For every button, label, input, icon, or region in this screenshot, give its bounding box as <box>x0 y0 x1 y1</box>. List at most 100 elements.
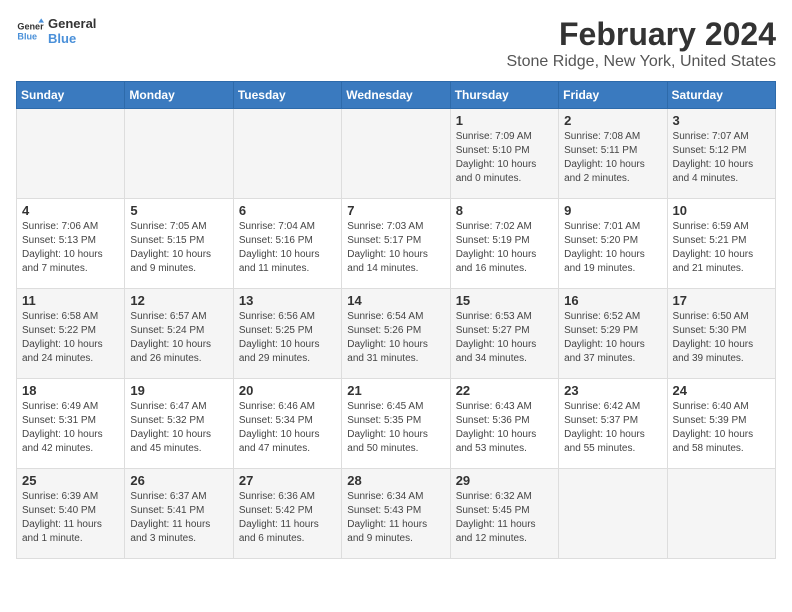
day-number: 8 <box>456 203 553 218</box>
calendar-cell: 13Sunrise: 6:56 AM Sunset: 5:25 PM Dayli… <box>233 289 341 379</box>
logo: General Blue General Blue <box>16 16 96 46</box>
page-header: General Blue General Blue February 2024 … <box>16 16 776 71</box>
day-number: 5 <box>130 203 227 218</box>
day-info: Sunrise: 6:50 AM Sunset: 5:30 PM Dayligh… <box>673 310 770 366</box>
day-info: Sunrise: 6:47 AM Sunset: 5:32 PM Dayligh… <box>130 400 227 456</box>
logo-general: General <box>48 16 96 31</box>
day-number: 14 <box>347 293 444 308</box>
day-number: 26 <box>130 473 227 488</box>
day-number: 22 <box>456 383 553 398</box>
weekday-header-row: SundayMondayTuesdayWednesdayThursdayFrid… <box>17 82 776 109</box>
calendar-cell: 8 Sunrise: 7:02 AM Sunset: 5:19 PM Daylig… <box>450 199 558 289</box>
day-number: 25 <box>22 473 119 488</box>
day-number: 20 <box>239 383 336 398</box>
weekday-header-thursday: Thursday <box>450 82 558 109</box>
calendar-cell: 17 Sunrise: 6:50 AM Sunset: 5:30 PM Dayli… <box>667 289 775 379</box>
title-section: February 2024 Stone Ridge, New York, Uni… <box>507 16 777 71</box>
calendar-week-row: 18 Sunrise: 6:49 AM Sunset: 5:31 PM Dayli… <box>17 379 776 469</box>
calendar-cell: 29Sunrise: 6:32 AM Sunset: 5:45 PM Dayli… <box>450 469 558 559</box>
calendar-week-row: 1Sunrise: 7:09 AM Sunset: 5:10 PM Daylig… <box>17 109 776 199</box>
calendar-cell: 4Sunrise: 7:06 AM Sunset: 5:13 PM Daylig… <box>17 199 125 289</box>
calendar-cell: 5 Sunrise: 7:05 AM Sunset: 5:15 PM Daylig… <box>125 199 233 289</box>
calendar-cell: 28 Sunrise: 6:34 AM Sunset: 5:43 PM Dayli… <box>342 469 450 559</box>
day-info: Sunrise: 6:36 AM Sunset: 5:42 PM Dayligh… <box>239 490 336 546</box>
calendar-cell: 24 Sunrise: 6:40 AM Sunset: 5:39 PM Dayli… <box>667 379 775 469</box>
calendar-cell: 23 Sunrise: 6:42 AM Sunset: 5:37 PM Dayli… <box>559 379 667 469</box>
day-info: Sunrise: 7:01 AM Sunset: 5:20 PM Dayligh… <box>564 220 661 276</box>
calendar-cell: 9 Sunrise: 7:01 AM Sunset: 5:20 PM Daylig… <box>559 199 667 289</box>
calendar-cell: 26 Sunrise: 6:37 AM Sunset: 5:41 PM Dayli… <box>125 469 233 559</box>
calendar-cell <box>125 109 233 199</box>
calendar-cell: 3 Sunrise: 7:07 AM Sunset: 5:12 PM Daylig… <box>667 109 775 199</box>
calendar-week-row: 4Sunrise: 7:06 AM Sunset: 5:13 PM Daylig… <box>17 199 776 289</box>
day-number: 3 <box>673 113 770 128</box>
weekday-header-friday: Friday <box>559 82 667 109</box>
day-info: Sunrise: 7:09 AM Sunset: 5:10 PM Dayligh… <box>456 130 553 186</box>
day-number: 21 <box>347 383 444 398</box>
calendar-cell <box>667 469 775 559</box>
calendar-cell: 2 Sunrise: 7:08 AM Sunset: 5:11 PM Daylig… <box>559 109 667 199</box>
calendar-cell: 19 Sunrise: 6:47 AM Sunset: 5:32 PM Dayli… <box>125 379 233 469</box>
day-info: Sunrise: 6:46 AM Sunset: 5:34 PM Dayligh… <box>239 400 336 456</box>
day-info: Sunrise: 7:04 AM Sunset: 5:16 PM Dayligh… <box>239 220 336 276</box>
calendar-cell: 21Sunrise: 6:45 AM Sunset: 5:35 PM Dayli… <box>342 379 450 469</box>
day-info: Sunrise: 7:02 AM Sunset: 5:19 PM Dayligh… <box>456 220 553 276</box>
calendar-week-row: 25 Sunrise: 6:39 AM Sunset: 5:40 PM Dayli… <box>17 469 776 559</box>
day-number: 17 <box>673 293 770 308</box>
day-info: Sunrise: 7:05 AM Sunset: 5:15 PM Dayligh… <box>130 220 227 276</box>
day-info: Sunrise: 7:08 AM Sunset: 5:11 PM Dayligh… <box>564 130 661 186</box>
calendar-table: SundayMondayTuesdayWednesdayThursdayFrid… <box>16 81 776 559</box>
day-number: 18 <box>22 383 119 398</box>
day-info: Sunrise: 6:49 AM Sunset: 5:31 PM Dayligh… <box>22 400 119 456</box>
calendar-cell: 27 Sunrise: 6:36 AM Sunset: 5:42 PM Dayli… <box>233 469 341 559</box>
weekday-header-tuesday: Tuesday <box>233 82 341 109</box>
day-number: 13 <box>239 293 336 308</box>
day-number: 6 <box>239 203 336 218</box>
day-info: Sunrise: 6:37 AM Sunset: 5:41 PM Dayligh… <box>130 490 227 546</box>
calendar-cell: 18 Sunrise: 6:49 AM Sunset: 5:31 PM Dayli… <box>17 379 125 469</box>
day-number: 28 <box>347 473 444 488</box>
weekday-header-monday: Monday <box>125 82 233 109</box>
calendar-title: February 2024 <box>507 16 777 53</box>
calendar-cell: 7 Sunrise: 7:03 AM Sunset: 5:17 PM Daylig… <box>342 199 450 289</box>
day-info: Sunrise: 6:40 AM Sunset: 5:39 PM Dayligh… <box>673 400 770 456</box>
weekday-header-sunday: Sunday <box>17 82 125 109</box>
day-number: 23 <box>564 383 661 398</box>
calendar-cell: 12Sunrise: 6:57 AM Sunset: 5:24 PM Dayli… <box>125 289 233 379</box>
day-info: Sunrise: 6:53 AM Sunset: 5:27 PM Dayligh… <box>456 310 553 366</box>
day-number: 27 <box>239 473 336 488</box>
calendar-cell: 6 Sunrise: 7:04 AM Sunset: 5:16 PM Daylig… <box>233 199 341 289</box>
day-number: 7 <box>347 203 444 218</box>
calendar-week-row: 11Sunrise: 6:58 AM Sunset: 5:22 PM Dayli… <box>17 289 776 379</box>
logo-icon: General Blue <box>16 17 44 45</box>
svg-text:Blue: Blue <box>17 31 37 41</box>
day-number: 29 <box>456 473 553 488</box>
svg-text:General: General <box>17 22 44 32</box>
calendar-cell: 15 Sunrise: 6:53 AM Sunset: 5:27 PM Dayli… <box>450 289 558 379</box>
day-info: Sunrise: 6:52 AM Sunset: 5:29 PM Dayligh… <box>564 310 661 366</box>
day-number: 15 <box>456 293 553 308</box>
calendar-cell: 25 Sunrise: 6:39 AM Sunset: 5:40 PM Dayli… <box>17 469 125 559</box>
day-number: 16 <box>564 293 661 308</box>
day-info: Sunrise: 6:34 AM Sunset: 5:43 PM Dayligh… <box>347 490 444 546</box>
calendar-cell: 16 Sunrise: 6:52 AM Sunset: 5:29 PM Dayli… <box>559 289 667 379</box>
day-number: 4 <box>22 203 119 218</box>
calendar-cell <box>233 109 341 199</box>
weekday-header-wednesday: Wednesday <box>342 82 450 109</box>
calendar-cell <box>559 469 667 559</box>
day-info: Sunrise: 7:03 AM Sunset: 5:17 PM Dayligh… <box>347 220 444 276</box>
day-number: 10 <box>673 203 770 218</box>
day-info: Sunrise: 7:07 AM Sunset: 5:12 PM Dayligh… <box>673 130 770 186</box>
day-number: 24 <box>673 383 770 398</box>
day-number: 9 <box>564 203 661 218</box>
calendar-cell: 20 Sunrise: 6:46 AM Sunset: 5:34 PM Dayli… <box>233 379 341 469</box>
calendar-cell: 22 Sunrise: 6:43 AM Sunset: 5:36 PM Dayli… <box>450 379 558 469</box>
day-number: 19 <box>130 383 227 398</box>
day-number: 2 <box>564 113 661 128</box>
calendar-cell: 10Sunrise: 6:59 AM Sunset: 5:21 PM Dayli… <box>667 199 775 289</box>
day-info: Sunrise: 6:39 AM Sunset: 5:40 PM Dayligh… <box>22 490 119 546</box>
day-info: Sunrise: 6:43 AM Sunset: 5:36 PM Dayligh… <box>456 400 553 456</box>
day-info: Sunrise: 6:42 AM Sunset: 5:37 PM Dayligh… <box>564 400 661 456</box>
calendar-cell <box>17 109 125 199</box>
calendar-cell: 14Sunrise: 6:54 AM Sunset: 5:26 PM Dayli… <box>342 289 450 379</box>
